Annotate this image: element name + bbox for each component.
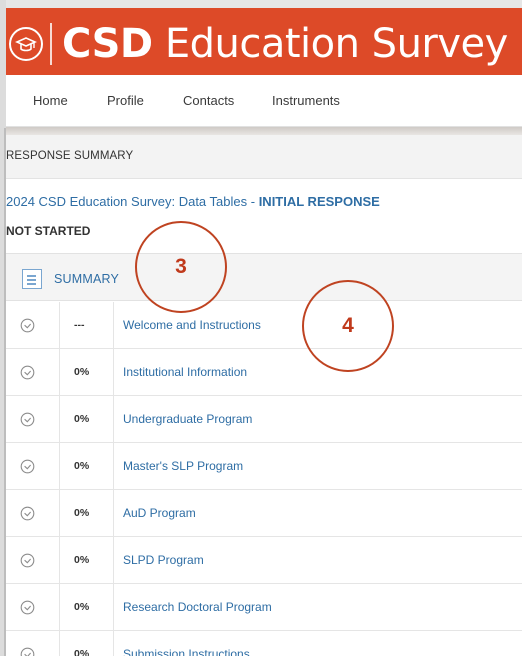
clock-icon: [6, 584, 60, 631]
section-link[interactable]: Master's SLP Program: [123, 459, 243, 473]
progress-cell: 0%: [60, 490, 114, 537]
section-link[interactable]: Undergraduate Program: [123, 412, 252, 426]
top-nav: Home Profile Contacts Instruments: [6, 75, 522, 127]
list-icon[interactable]: [22, 269, 42, 289]
annotation-callout-3: 3: [135, 221, 227, 313]
nav-home[interactable]: Home: [33, 93, 68, 108]
progress-value: 0%: [74, 601, 90, 613]
section-heading: RESPONSE SUMMARY: [6, 150, 134, 162]
progress-cell: 0%: [60, 537, 114, 584]
table-row: 0% Undergraduate Program: [6, 396, 522, 443]
graduation-cap-icon: [9, 27, 43, 61]
clock-icon: [6, 443, 60, 490]
section-link[interactable]: AuD Program: [123, 506, 196, 520]
table-row: 0% Research Doctoral Program: [6, 584, 522, 631]
table-row: --- Welcome and Instructions: [6, 302, 522, 349]
annotation-number: 3: [175, 255, 187, 278]
progress-value: 0%: [74, 413, 90, 425]
table-row: 0% AuD Program: [6, 490, 522, 537]
clock-icon: [6, 631, 60, 656]
progress-value: 0%: [74, 507, 90, 519]
progress-value: ---: [74, 319, 85, 331]
section-link[interactable]: Submission Instructions: [123, 647, 250, 656]
clock-icon: [6, 396, 60, 443]
clock-icon: [6, 537, 60, 584]
nav-divider: [6, 127, 522, 135]
summary-link[interactable]: SUMMARY: [54, 272, 119, 286]
survey-page: CSD Education Survey Home Profile Contac…: [0, 0, 522, 656]
survey-title: 2024 CSD Education Survey: Data Tables -: [6, 194, 259, 209]
progress-cell: 0%: [60, 349, 114, 396]
table-row: 0% SLPD Program: [6, 537, 522, 584]
progress-cell: ---: [60, 302, 114, 349]
survey-title-link[interactable]: 2024 CSD Education Survey: Data Tables -…: [6, 194, 380, 209]
header-banner: CSD Education Survey: [6, 0, 522, 75]
status-label: NOT STARTED: [6, 224, 91, 238]
annotation-callout-4: 4: [302, 280, 394, 372]
section-link[interactable]: Welcome and Instructions: [123, 318, 261, 332]
table-row: 0% Master's SLP Program: [6, 443, 522, 490]
summary-bar: SUMMARY: [6, 253, 522, 301]
progress-cell: 0%: [60, 584, 114, 631]
progress-value: 0%: [74, 648, 90, 656]
nav-contacts[interactable]: Contacts: [183, 93, 234, 108]
clock-icon: [6, 302, 60, 349]
nav-profile[interactable]: Profile: [107, 93, 144, 108]
logo-separator: [50, 23, 52, 65]
section-link[interactable]: SLPD Program: [123, 553, 204, 567]
response-type: INITIAL RESPONSE: [258, 194, 380, 209]
progress-value: 0%: [74, 460, 90, 472]
table-row: 0% Institutional Information: [6, 349, 522, 396]
nav-instruments[interactable]: Instruments: [272, 93, 340, 108]
progress-cell: 0%: [60, 443, 114, 490]
page-title: CSD Education Survey: [62, 16, 508, 72]
annotation-number: 4: [342, 314, 354, 337]
section-link[interactable]: Institutional Information: [123, 365, 247, 379]
banner-top-strip: [6, 0, 522, 8]
clock-icon: [6, 490, 60, 537]
response-summary-header: RESPONSE SUMMARY: [6, 135, 522, 179]
progress-cell: 0%: [60, 396, 114, 443]
title-rest: Education Survey: [152, 21, 509, 67]
progress-value: 0%: [74, 366, 90, 378]
clock-icon: [6, 349, 60, 396]
title-bold: CSD: [62, 21, 153, 67]
table-row: 0% Submission Instructions: [6, 631, 522, 656]
progress-value: 0%: [74, 554, 90, 566]
section-link[interactable]: Research Doctoral Program: [123, 600, 272, 614]
progress-cell: 0%: [60, 631, 114, 656]
